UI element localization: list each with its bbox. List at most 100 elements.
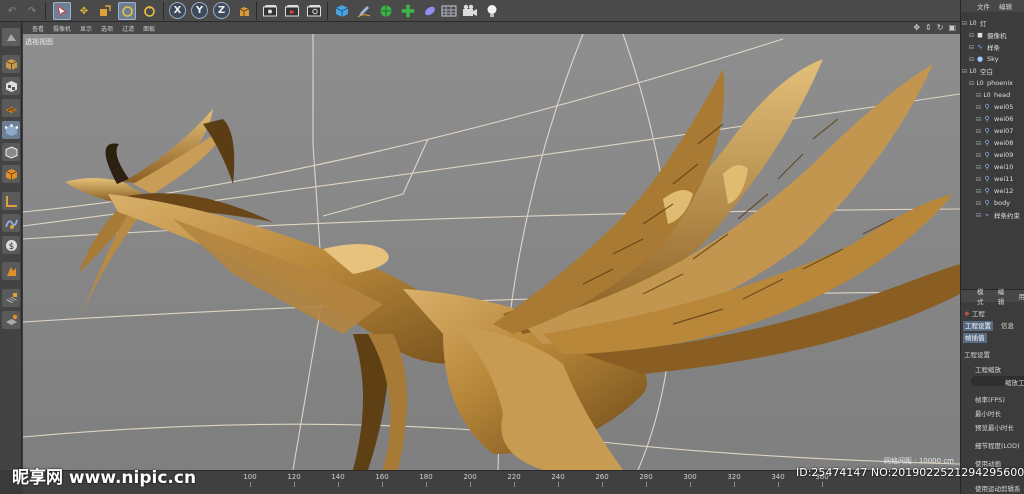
expand-toggle-icon[interactable]: ⊟ [976, 104, 981, 111]
attributes-menu-edit[interactable]: 编辑 [998, 286, 1010, 306]
select-icon[interactable] [53, 2, 71, 20]
array-icon[interactable] [399, 2, 417, 20]
object-item[interactable]: ⊟ L0 空白 [961, 65, 993, 77]
expand-toggle-icon[interactable]: ⊟ [962, 20, 967, 27]
pen-icon[interactable] [355, 2, 373, 20]
object-item-label: body [994, 199, 1011, 207]
object-item[interactable]: ⊟ ◼ 摄像机 [961, 29, 1007, 41]
right-panel: 文件 编辑 ⊟ L0 灯 ⊟ ◼ 摄像机 ⊟ ∿ 样条 ⊟ ● Sky ⊟ L0 空白 ⊟ L0 phoenix ⊟… [960, 0, 1024, 494]
floor-icon[interactable] [440, 2, 458, 20]
camera-icon[interactable] [461, 2, 479, 20]
object-item-label: wei06 [994, 115, 1014, 123]
axis-y-toggle[interactable]: Y [191, 2, 208, 19]
expand-toggle-icon[interactable]: ⊟ [976, 92, 981, 99]
render-picture-viewer-icon[interactable] [283, 2, 301, 20]
object-item[interactable]: ⊟ ⚲ wei06 [961, 113, 1013, 125]
object-item[interactable]: ⊟ ⚲ wei12 [961, 185, 1013, 197]
tweak-icon[interactable] [2, 214, 20, 232]
tab-info[interactable]: 信息 [999, 321, 1016, 331]
model-mode-icon[interactable] [2, 55, 20, 73]
cube-icon[interactable] [333, 2, 351, 20]
object-item[interactable]: ⊟ ⚲ wei07 [961, 125, 1013, 137]
light-icon[interactable] [483, 2, 501, 20]
object-item[interactable]: ⊟ ⌁ 样条约束 [961, 209, 1020, 221]
deformer-icon[interactable] [421, 2, 439, 20]
expand-toggle-icon[interactable]: ⊟ [969, 80, 974, 87]
expand-toggle-icon[interactable]: ⊟ [976, 128, 981, 135]
object-item[interactable]: ⊟ ⚲ wei10 [961, 161, 1013, 173]
object-item[interactable]: ⊟ ∿ 样条 [961, 41, 1000, 53]
object-item[interactable]: ⊟ ⚲ wei08 [961, 137, 1013, 149]
viewport-menu-cameras[interactable]: 摄像机 [53, 24, 71, 33]
object-item[interactable]: ⊟ ⚲ body [961, 197, 1010, 209]
viewport-menu-display[interactable]: 显示 [80, 24, 92, 33]
timeline-tick-label: 100 [243, 473, 257, 481]
row-min-time: 最小时长 [975, 410, 1001, 418]
expand-toggle-icon[interactable]: ⊟ [976, 116, 981, 123]
object-item[interactable]: ⊟ ⚲ wei11 [961, 173, 1013, 185]
make-editable-icon[interactable] [2, 28, 20, 46]
expand-toggle-icon[interactable]: ⊟ [976, 200, 981, 207]
perspective-viewport[interactable]: 查看 摄像机 显示 选项 过滤 面板 ✥ ⇕ ↻ ▣ 透视视图 网格间距: 1… [23, 22, 960, 470]
polygons-mode-icon[interactable] [2, 165, 20, 183]
quantize-icon[interactable] [2, 262, 20, 280]
workplane-icon[interactable] [2, 99, 20, 117]
points-mode-icon[interactable] [2, 121, 20, 139]
axis-z-toggle[interactable]: Z [213, 2, 230, 19]
scale-icon[interactable] [96, 2, 114, 20]
object-item[interactable]: ⊟ L0 head [961, 89, 1010, 101]
expand-toggle-icon[interactable]: ⊟ [962, 68, 967, 75]
render-view-icon[interactable] [261, 2, 279, 20]
object-item[interactable]: ⊟ L0 phoenix [961, 77, 1013, 89]
viewport-navigation: ✥ ⇕ ↻ ▣ [913, 23, 956, 32]
timeline-tick-mark [558, 482, 559, 487]
attributes-menu-mode[interactable]: 模式 [977, 286, 989, 306]
move-icon[interactable]: ✥ [75, 2, 93, 20]
viewport-menu-options[interactable]: 选项 [101, 24, 113, 33]
bone-icon: ⚲ [984, 175, 990, 183]
move-view-icon[interactable]: ✥ [913, 23, 920, 32]
object-item[interactable]: ⊟ ● Sky [961, 53, 999, 65]
zoom-view-icon[interactable]: ⇕ [925, 23, 932, 32]
expand-toggle-icon[interactable]: ⊟ [976, 176, 981, 183]
undo-icon[interactable]: ↶ [3, 2, 21, 20]
subdivision-icon[interactable] [377, 2, 395, 20]
object-item[interactable]: ⊟ ⚲ wei09 [961, 149, 1013, 161]
texture-mode-icon[interactable] [2, 77, 20, 95]
redo-icon[interactable]: ↷ [23, 2, 41, 20]
expand-toggle-icon[interactable]: ⊟ [969, 32, 974, 39]
scale-project-button[interactable]: 缩放工 [971, 376, 1024, 387]
edges-mode-icon[interactable] [2, 143, 20, 161]
attributes-menu-user[interactable]: 用 [1019, 291, 1024, 301]
expand-toggle-icon[interactable]: ⊟ [969, 44, 974, 51]
viewport-menu-panel[interactable]: 面板 [143, 24, 155, 33]
objects-menu-file[interactable]: 文件 [977, 1, 990, 11]
object-mode-icon[interactable] [140, 2, 158, 20]
grid-snap-icon[interactable] [2, 311, 20, 329]
axis-x-toggle[interactable]: X [169, 2, 186, 19]
rotate-view-icon[interactable]: ↻ [937, 23, 944, 32]
object-item[interactable]: ⊟ ⚲ wei05 [961, 101, 1013, 113]
scene-render [23, 34, 960, 470]
tab-frame-interpolation[interactable]: 帧插值 [963, 333, 987, 343]
expand-toggle-icon[interactable]: ⊟ [969, 56, 974, 63]
viewport-menu-view[interactable]: 查看 [32, 24, 44, 33]
timeline-tick-mark [294, 482, 295, 487]
edit-render-settings-icon[interactable] [305, 2, 323, 20]
expand-toggle-icon[interactable]: ⊟ [976, 152, 981, 159]
object-item[interactable]: ⊟ L0 灯 [961, 17, 987, 29]
tab-project-settings[interactable]: 工程设置 [963, 321, 993, 331]
viewport-menu-filter[interactable]: 过滤 [122, 24, 134, 33]
expand-toggle-icon[interactable]: ⊟ [976, 188, 981, 195]
expand-toggle-icon[interactable]: ⊟ [976, 140, 981, 147]
maximize-view-icon[interactable]: ▣ [948, 23, 956, 32]
object-item-label: wei10 [994, 163, 1014, 171]
snap-icon[interactable]: $ [2, 236, 20, 254]
expand-toggle-icon[interactable]: ⊟ [976, 164, 981, 171]
objects-menu-edit[interactable]: 编辑 [999, 1, 1012, 11]
rotate-icon[interactable] [118, 2, 136, 20]
locked-workplane-icon[interactable] [2, 289, 20, 307]
axis-mode-icon[interactable] [2, 192, 20, 210]
expand-toggle-icon[interactable]: ⊟ [976, 212, 981, 219]
coordinate-system-icon[interactable] [235, 2, 253, 20]
